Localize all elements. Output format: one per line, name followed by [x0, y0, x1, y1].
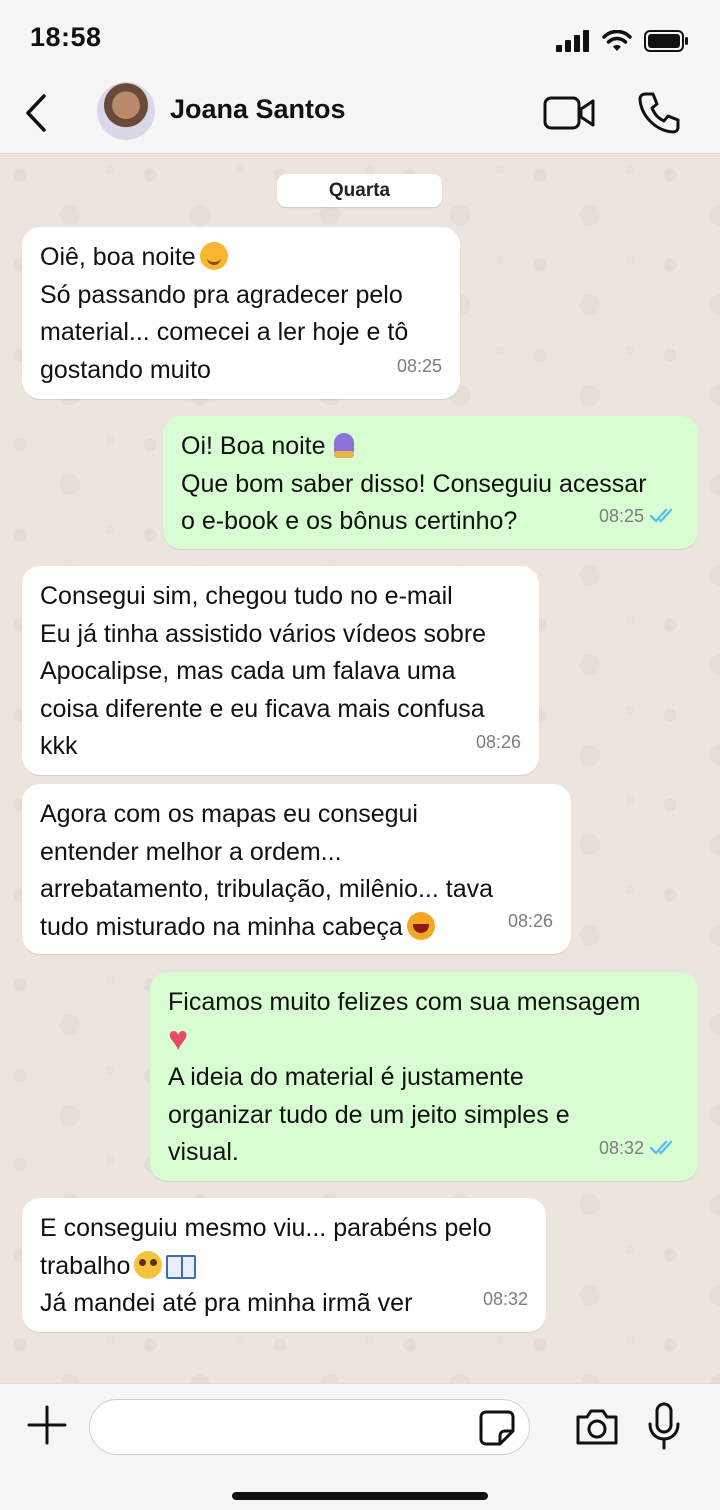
message-meta: 08:26: [476, 724, 521, 762]
heart-emoji-icon: [168, 1019, 198, 1059]
wifi-icon: [602, 30, 632, 51]
smiling-face-emoji-icon: [199, 242, 228, 270]
video-call-icon[interactable]: [543, 92, 595, 134]
plus-icon[interactable]: [26, 1404, 68, 1446]
input-bar: [0, 1383, 720, 1510]
battery-icon: [644, 30, 688, 52]
message-line: gostando muito: [40, 355, 211, 384]
chat-header: Joana Santos: [0, 80, 720, 154]
message-incoming[interactable]: Oiê, boa noite Só passando pra agradecer…: [22, 227, 460, 399]
message-meta: 08:25: [397, 348, 442, 386]
message-incoming[interactable]: Consegui sim, chegou tudo no e-mail Eu j…: [22, 566, 539, 775]
day-separator: Quarta: [277, 174, 442, 207]
status-time: 18:58: [30, 22, 102, 52]
message-line: coisa diferente e eu ficava mais confusa: [40, 694, 485, 723]
message-meta: 08:26: [508, 903, 553, 941]
message-line: Agora com os mapas eu consegui: [40, 800, 418, 828]
message-line: entender melhor a ordem...: [40, 837, 342, 866]
open-book-emoji-icon: [166, 1254, 197, 1279]
message-meta: 08:25: [599, 498, 680, 536]
message-line: Eu já tinha assistido vários vídeos sobr…: [40, 619, 487, 648]
microphone-icon[interactable]: [646, 1402, 682, 1450]
message-time: 08:26: [475, 731, 521, 752]
message-time: 08:32: [598, 1137, 644, 1158]
message-line: Oi! Boa noite: [181, 432, 326, 460]
message-line: organizar tudo de um jeito simples e: [168, 1100, 570, 1129]
message-line: Oiê, boa noite: [40, 243, 196, 271]
message-line: Apocalipse, mas cada um falava uma: [40, 657, 456, 685]
message-time: 08:32: [482, 1288, 528, 1309]
message-line: tudo misturado na minha cabeça: [40, 912, 403, 941]
message-line: A ideia do material é justamente: [168, 1063, 524, 1091]
home-indicator: [232, 1492, 488, 1500]
message-line: Ficamos muito felizes com sua mensagem: [168, 988, 641, 1016]
signal-icon: [556, 30, 589, 52]
message-time: 08:25: [598, 505, 644, 526]
message-meta: 08:32: [483, 1281, 528, 1319]
praying-hands-emoji-icon: [330, 431, 358, 459]
message-line: kkk: [40, 732, 78, 760]
double-check-icon: [650, 1141, 673, 1155]
message-line: Já mandei até pra minha irmã ver: [40, 1289, 413, 1317]
message-incoming[interactable]: E conseguiu mesmo viu... parabéns pelo t…: [22, 1198, 546, 1332]
message-time: 08:25: [396, 355, 442, 376]
avatar[interactable]: [97, 82, 155, 140]
message-line: Consegui sim, chegou tudo no e-mail: [40, 582, 453, 610]
message-input[interactable]: [89, 1399, 530, 1455]
message-incoming[interactable]: Agora com os mapas eu consegui entender …: [22, 784, 571, 954]
status-bar: 18:58: [0, 0, 720, 80]
chat-area[interactable]: Quarta Oiê, boa noite Só passando pra ag…: [0, 155, 720, 1383]
message-line: trabalho: [40, 1251, 131, 1280]
contact-name[interactable]: Joana Santos: [170, 94, 346, 125]
camera-icon[interactable]: [574, 1407, 620, 1447]
status-icons: [556, 30, 690, 52]
chevron-left-icon[interactable]: [20, 90, 54, 136]
message-outgoing[interactable]: Oi! Boa noite Que bom saber disso! Conse…: [163, 416, 698, 549]
message-line: material... comecei a ler hoje e tô: [40, 318, 409, 346]
message-line: Só passando pra agradecer pelo: [40, 280, 403, 309]
message-time: 08:26: [507, 910, 553, 931]
message-outgoing[interactable]: Ficamos muito felizes com sua mensagem A…: [150, 972, 698, 1181]
message-meta: 08:32: [599, 1130, 680, 1168]
grinning-sweat-emoji-icon: [406, 911, 435, 940]
message-line: E conseguiu mesmo viu... parabéns pelo: [40, 1214, 492, 1242]
sticker-icon[interactable]: [478, 1409, 516, 1447]
message-line: arrebatamento, tribulação, milênio... ta…: [40, 875, 494, 903]
double-check-icon: [650, 509, 673, 523]
pleading-face-emoji-icon: [134, 1250, 163, 1279]
phone-icon[interactable]: [636, 90, 682, 136]
